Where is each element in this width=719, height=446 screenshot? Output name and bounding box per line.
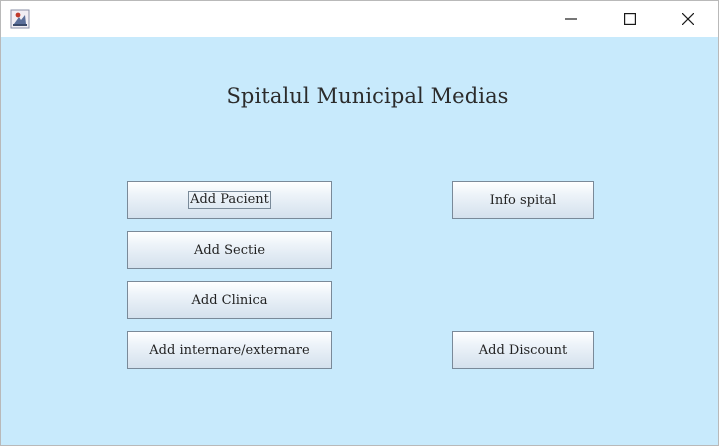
minimize-button[interactable] xyxy=(548,1,594,37)
close-icon xyxy=(681,10,695,29)
add-internare-externare-label: Add internare/externare xyxy=(149,342,310,358)
minimize-icon xyxy=(565,10,577,29)
app-window: Spitalul Municipal Medias Add Pacient Ad… xyxy=(0,0,719,446)
add-sectie-button[interactable]: Add Sectie xyxy=(127,231,332,269)
add-discount-button[interactable]: Add Discount xyxy=(452,331,594,369)
page-title: Spitalul Municipal Medias xyxy=(226,84,509,108)
close-button[interactable] xyxy=(665,1,711,37)
add-pacient-label: Add Pacient xyxy=(188,191,271,209)
java-app-icon[interactable] xyxy=(10,9,30,29)
add-clinica-label: Add Clinica xyxy=(191,292,268,308)
info-spital-button[interactable]: Info spital xyxy=(452,181,594,219)
add-sectie-label: Add Sectie xyxy=(193,242,266,258)
add-clinica-button[interactable]: Add Clinica xyxy=(127,281,332,319)
add-discount-label: Add Discount xyxy=(478,342,568,358)
maximize-icon xyxy=(624,10,637,29)
maximize-button[interactable] xyxy=(607,1,653,37)
title-bar[interactable] xyxy=(1,1,718,37)
main-panel: Spitalul Municipal Medias Add Pacient Ad… xyxy=(1,37,718,445)
add-pacient-button[interactable]: Add Pacient xyxy=(127,181,332,219)
info-spital-label: Info spital xyxy=(489,192,557,208)
add-internare-externare-button[interactable]: Add internare/externare xyxy=(127,331,332,369)
